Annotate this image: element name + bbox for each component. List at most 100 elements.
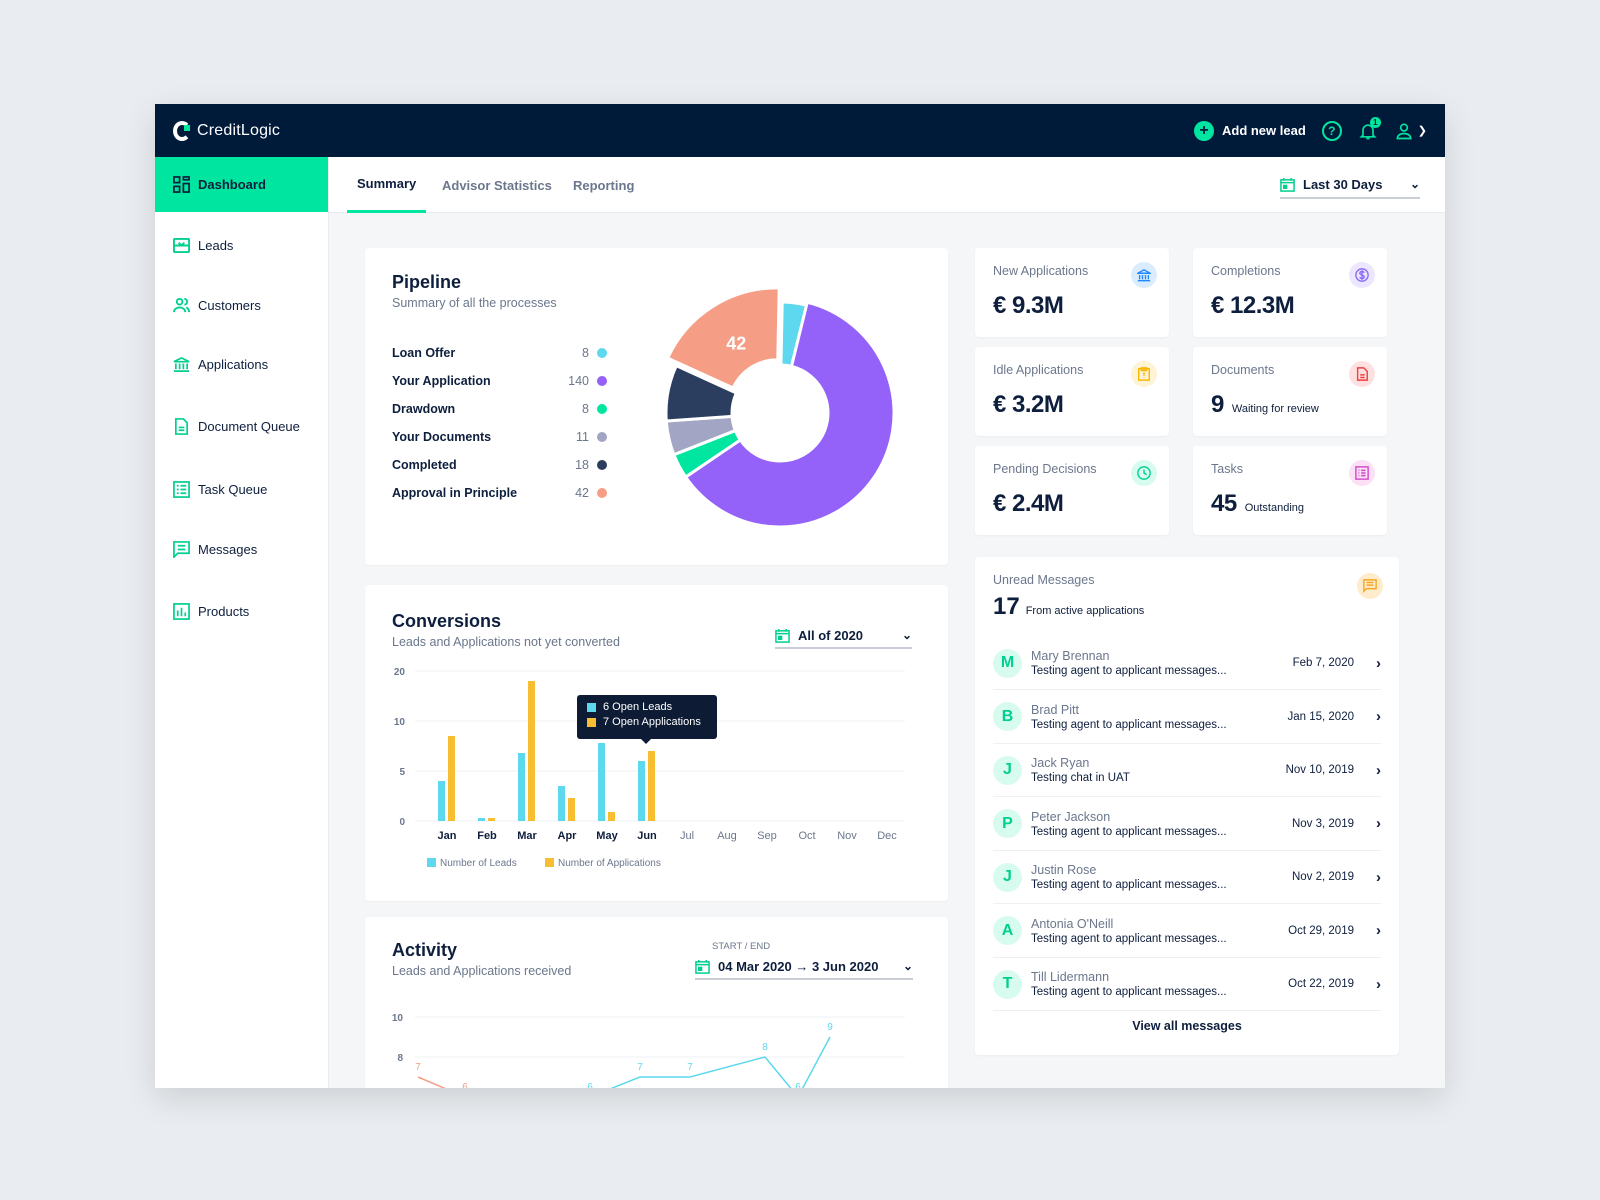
bar-number-of-leads[interactable]	[518, 753, 525, 821]
pipeline-title: Pipeline	[392, 272, 462, 292]
bar-number-of-leads[interactable]	[598, 743, 605, 821]
message-preview: Testing agent to applicant messages...	[1031, 986, 1227, 998]
message-list-item[interactable]: J Justin Rose Testing agent to applicant…	[993, 851, 1381, 904]
stat-label: Idle Applications	[993, 363, 1084, 377]
sidebar-item-task-queue[interactable]: Task Queue	[155, 481, 267, 498]
activity-line-chart: 681076 67 7869	[392, 1013, 905, 1088]
x-tick-label: Oct	[798, 830, 815, 842]
legend-label: Your Documents	[392, 430, 492, 444]
stat-card-idle-applications[interactable]: Idle Applications € 3.2M	[975, 347, 1169, 436]
x-tick-label: Aug	[717, 830, 737, 842]
legend-dot	[597, 488, 607, 498]
pipeline-legend-row: Drawdown 8	[392, 402, 607, 416]
message-list-item[interactable]: M Mary Brennan Testing agent to applican…	[993, 637, 1381, 690]
add-new-lead-button[interactable]: + Add new lead	[1193, 120, 1306, 141]
legend-value: 42	[575, 486, 589, 500]
y-tick-label: 8	[397, 1053, 403, 1064]
bar-number-of-applications[interactable]	[568, 798, 575, 821]
activity-title: Activity	[392, 940, 458, 960]
donut-slice-label: 42	[726, 334, 746, 354]
x-tick-label: Jun	[637, 830, 657, 842]
message-list-item[interactable]: B Brad Pitt Testing agent to applicant m…	[993, 691, 1381, 744]
user-menu-button[interactable]: ❯	[1394, 121, 1427, 141]
chevron-right-icon[interactable]: ›	[1376, 976, 1381, 993]
bar-number-of-leads[interactable]	[478, 818, 485, 821]
chevron-right-icon[interactable]: ›	[1376, 708, 1381, 725]
stat-suffix: Waiting for review	[1231, 403, 1319, 415]
message-sender: Justin Rose	[1031, 863, 1097, 877]
bar-number-of-applications[interactable]	[648, 751, 655, 821]
chevron-right-icon[interactable]: ›	[1376, 655, 1381, 672]
x-tick-label: Jul	[680, 830, 694, 842]
stat-label: Pending Decisions	[993, 462, 1097, 476]
stat-card-new-applications[interactable]: New Applications € 9.3M	[975, 248, 1169, 337]
logo[interactable]: CreditLogic	[173, 120, 281, 141]
bar-number-of-leads[interactable]	[638, 761, 645, 821]
sidebar-item-applications[interactable]: Applications	[155, 356, 268, 373]
message-sender: Jack Ryan	[1031, 756, 1090, 770]
message-list-item[interactable]: T Till Lidermann Testing agent to applic…	[993, 958, 1381, 1011]
sidebar-item-label: Products	[198, 604, 250, 619]
range-caption: START / END	[712, 941, 771, 952]
year-dropdown[interactable]: All of 2020 ⌄	[775, 623, 912, 649]
year-dropdown-label: All of 2020	[798, 627, 864, 643]
chevron-right-icon[interactable]: ›	[1376, 762, 1381, 779]
legend-dot	[597, 348, 607, 358]
message-preview: Testing chat in UAT	[1031, 772, 1130, 784]
x-tick-label: Jan	[438, 830, 457, 842]
message-list-item[interactable]: P Peter Jackson Testing agent to applica…	[993, 798, 1381, 851]
point-label: 7	[637, 1062, 643, 1073]
tab-summary[interactable]: Summary	[347, 157, 427, 213]
message-list-item[interactable]: A Antonia O'Neill Testing agent to appli…	[993, 905, 1381, 958]
chevron-right-icon[interactable]: ›	[1376, 869, 1381, 886]
chevron-right-icon[interactable]: ›	[1376, 922, 1381, 939]
pipeline-legend-row: Approval in Principle 42	[392, 486, 607, 500]
message-date: Nov 2, 2019	[1291, 871, 1354, 883]
tooltip-leads-swatch	[587, 702, 596, 712]
sidebar-item-leads[interactable]: Leads	[155, 237, 233, 254]
stat-card-documents[interactable]: Documents 9 Waiting for review	[1193, 347, 1387, 436]
bar-number-of-applications[interactable]	[488, 818, 495, 821]
tab-reporting[interactable]: Reporting	[573, 157, 634, 213]
sidebar-item-document-queue[interactable]: Document Queue	[155, 418, 300, 435]
sidebar-item-products[interactable]: Products	[155, 603, 249, 620]
calendar-icon	[695, 959, 710, 974]
dollar-coin-icon	[1355, 268, 1369, 282]
legend-dot	[597, 460, 607, 470]
message-date: Feb 7, 2020	[1292, 657, 1354, 669]
stat-card-pending-decisions[interactable]: Pending Decisions € 2.4M	[975, 446, 1169, 535]
brand-name: CreditLogic	[197, 121, 281, 139]
message-date: Oct 29, 2019	[1288, 924, 1354, 937]
message-list-item[interactable]: J Jack Ryan Testing chat in UAT Nov 10, …	[993, 744, 1381, 797]
avatar: A	[993, 916, 1022, 945]
help-icon[interactable]: ?	[1321, 120, 1342, 141]
view-all-messages-link[interactable]: View all messages	[975, 1019, 1399, 1033]
bar-number-of-leads[interactable]	[558, 786, 565, 821]
stat-value: € 3.2M	[993, 391, 1071, 419]
tab-advisor-statistics[interactable]: Advisor Statistics	[442, 157, 552, 213]
activity-date-range-dropdown[interactable]: 04 Mar 2020 → 3 Jun 2020 ⌄	[695, 954, 913, 980]
message-preview: Testing agent to applicant messages...	[1031, 932, 1227, 945]
stat-card-tasks[interactable]: Tasks 45 Outstanding	[1193, 446, 1387, 535]
date-range-dropdown[interactable]: Last 30 Days ⌄	[1280, 171, 1420, 199]
stat-card-completions[interactable]: Completions € 12.3M	[1193, 248, 1387, 337]
avatar: P	[993, 809, 1022, 838]
message-preview: Testing agent to applicant messages...	[1031, 718, 1227, 731]
tooltip-applications-swatch	[587, 717, 596, 727]
sidebar-item-dashboard[interactable]: Dashboard	[155, 157, 328, 212]
chart-icon	[173, 603, 190, 620]
sidebar-item-messages[interactable]: Messages	[155, 541, 257, 558]
sidebar-item-customers[interactable]: Customers	[155, 297, 261, 314]
chevron-right-icon[interactable]: ›	[1376, 815, 1381, 832]
stat-icon-badge	[1349, 262, 1375, 288]
bar-number-of-leads[interactable]	[438, 781, 445, 821]
pipeline-card: Pipeline Summary of all the processes Lo…	[365, 248, 948, 565]
notifications-button[interactable]: 1	[1358, 116, 1381, 142]
bar-number-of-applications[interactable]	[448, 736, 455, 821]
dashboard-icon	[173, 176, 190, 193]
bar-number-of-applications[interactable]	[528, 681, 535, 821]
plus-icon: +	[1193, 120, 1214, 141]
legend-dot	[597, 376, 607, 386]
bar-number-of-applications[interactable]	[608, 812, 615, 821]
x-tick-label: Sep	[757, 830, 777, 842]
